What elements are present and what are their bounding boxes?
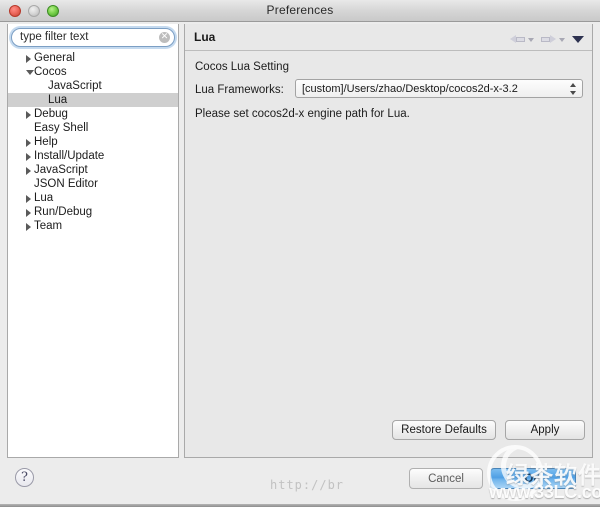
dialog-body: type filter text ✕ General Cocos JavaScrip… xyxy=(0,22,600,459)
tree-item-label: Team xyxy=(34,220,63,232)
tree-item-label: JSON Editor xyxy=(34,178,98,190)
clear-search-icon[interactable]: ✕ xyxy=(159,32,170,43)
tree-item-install-update[interactable]: Install/Update xyxy=(8,149,178,163)
tree-item-lua[interactable]: Lua xyxy=(8,93,178,107)
help-button[interactable]: ? xyxy=(15,468,34,487)
stepper-arrows-icon[interactable] xyxy=(569,82,578,96)
lua-frameworks-label: Lua Frameworks: xyxy=(195,84,284,96)
tree-item-cocos[interactable]: Cocos xyxy=(8,65,178,79)
tree-item-easy-shell[interactable]: Easy Shell xyxy=(8,121,178,135)
watermark-site-text: www.33LC.com xyxy=(489,482,600,502)
content-nav-icons xyxy=(510,31,584,45)
tree-item-general[interactable]: General xyxy=(8,51,178,65)
preferences-window: Preferences type filter text ✕ General Co… xyxy=(0,0,600,507)
tree-item-debug[interactable]: Debug xyxy=(8,107,178,121)
lua-frameworks-select[interactable]: [custom]/Users/zhao/Desktop/cocos2d-x-3.… xyxy=(295,79,583,98)
tree-item-label: Lua xyxy=(48,94,68,106)
tree-item-label: Run/Debug xyxy=(34,206,93,218)
tree-item-label: Help xyxy=(34,136,58,148)
tree-item-label: Install/Update xyxy=(34,150,105,162)
content-header: Lua xyxy=(185,24,592,51)
filter-field-wrap: type filter text ✕ xyxy=(11,28,175,47)
tree-item-label: JavaScript xyxy=(34,164,88,176)
tree-item-label: Cocos xyxy=(34,66,67,78)
preferences-tree-pane: type filter text ✕ General Cocos JavaScrip… xyxy=(7,24,179,458)
apply-button[interactable]: Apply xyxy=(505,420,585,440)
title-bar: Preferences xyxy=(0,0,600,22)
tree-item-label: Debug xyxy=(34,108,68,120)
chevron-right-icon[interactable] xyxy=(26,139,31,147)
chevron-right-icon[interactable] xyxy=(26,195,31,203)
view-menu-caret-icon[interactable] xyxy=(572,36,584,44)
restore-defaults-button[interactable]: Restore Defaults xyxy=(392,420,496,440)
tree-item-label: JavaScript xyxy=(48,80,102,92)
cancel-button[interactable]: Cancel xyxy=(409,468,483,489)
tree-item-javascript[interactable]: JavaScript xyxy=(8,79,178,93)
chevron-down-icon[interactable] xyxy=(26,70,34,75)
chevron-right-icon[interactable] xyxy=(26,111,31,119)
tree-item-team[interactable]: Team xyxy=(8,219,178,233)
watermark-url-faint: http://br xyxy=(270,478,345,492)
chevron-right-icon[interactable] xyxy=(26,223,31,231)
chevron-right-icon[interactable] xyxy=(26,153,31,161)
window-title: Preferences xyxy=(266,3,334,17)
tree-item-label: Easy Shell xyxy=(34,122,89,134)
page-title: Lua xyxy=(194,30,216,44)
tree-item-label: General xyxy=(34,52,75,64)
forward-arrow-icon[interactable] xyxy=(541,35,556,44)
tree-item-lua[interactable]: Lua xyxy=(8,191,178,205)
back-arrow-icon[interactable] xyxy=(510,35,525,44)
search-input-value: type filter text xyxy=(20,31,89,43)
chevron-right-icon[interactable] xyxy=(26,209,31,217)
tree-item-javascript[interactable]: JavaScript xyxy=(8,163,178,177)
group-title: Cocos Lua Setting xyxy=(195,61,289,73)
lua-frameworks-value: [custom]/Users/zhao/Desktop/cocos2d-x-3.… xyxy=(302,83,518,95)
hint-message: Please set cocos2d-x engine path for Lua… xyxy=(195,108,410,120)
tree-item-label: Lua xyxy=(34,192,54,204)
chevron-right-icon[interactable] xyxy=(26,167,31,175)
forward-dropdown-caret-icon[interactable] xyxy=(559,37,565,42)
preferences-content-pane: Lua Cocos Lua Setting Lua Frameworks: [c… xyxy=(184,24,593,458)
tree-item-help[interactable]: Help xyxy=(8,135,178,149)
preferences-tree[interactable]: General Cocos JavaScript Lua Debug Easy Shell… xyxy=(8,51,178,233)
tree-item-run-debug[interactable]: Run/Debug xyxy=(8,205,178,219)
chevron-right-icon[interactable] xyxy=(26,55,31,63)
back-dropdown-caret-icon[interactable] xyxy=(528,37,534,42)
tree-item-json-editor[interactable]: JSON Editor xyxy=(8,177,178,191)
